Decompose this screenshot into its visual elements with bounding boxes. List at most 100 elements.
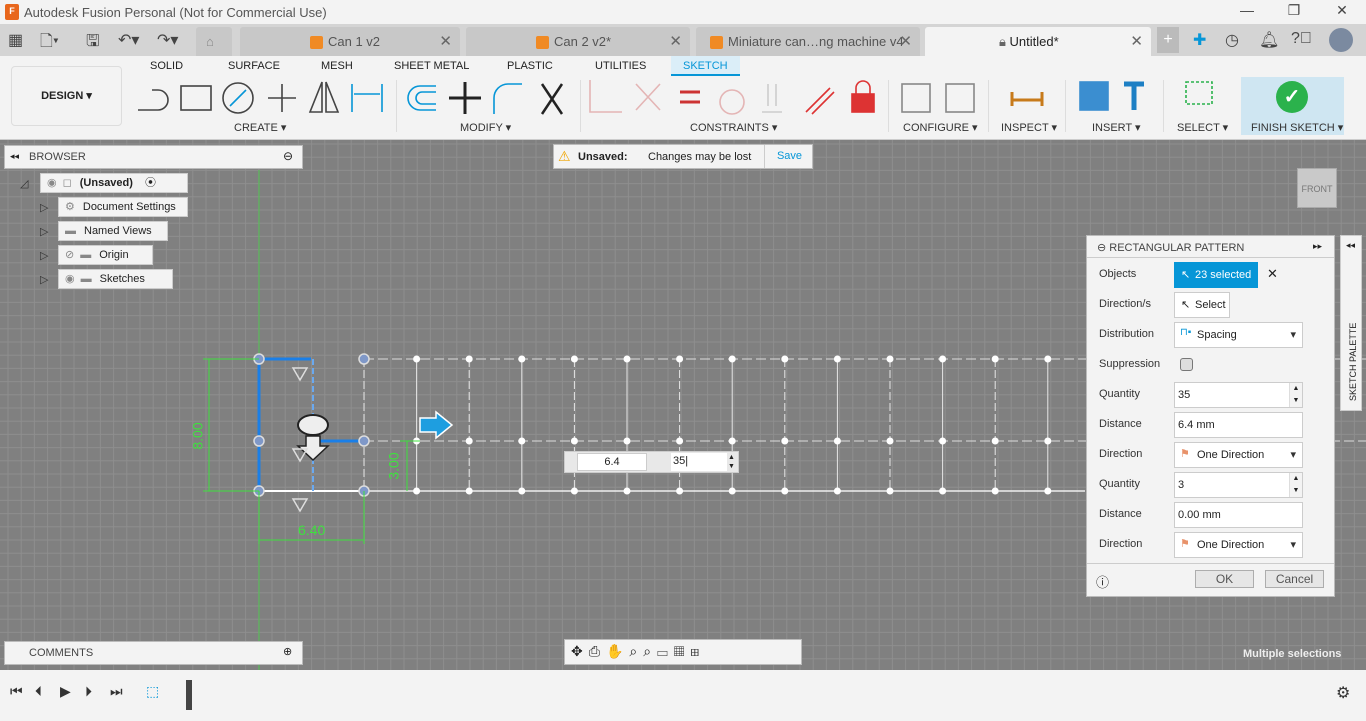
close-tab-icon[interactable]: ✕ (899, 32, 912, 50)
close-window-button[interactable]: ✕ (1322, 2, 1362, 22)
activate-radio-icon[interactable]: ⦿ (145, 177, 156, 189)
sketch-endpoint[interactable] (358, 353, 370, 365)
tab-plastic[interactable]: PLASTIC (507, 60, 553, 72)
sketch-point[interactable] (886, 437, 894, 445)
sketch-point[interactable] (781, 437, 789, 445)
sketch-point[interactable] (728, 487, 736, 495)
pattern-manipulator-handle[interactable] (297, 414, 329, 436)
redo-icon[interactable]: ↷▾ (157, 30, 178, 50)
select-menu[interactable]: SELECT ▾ (1177, 121, 1228, 134)
expand-node-icon[interactable]: ▷ (40, 273, 48, 286)
ok-button[interactable]: OK (1195, 570, 1254, 588)
orbit-icon[interactable]: ✥ (571, 643, 589, 659)
timeline-marker[interactable] (186, 680, 192, 710)
sketch-point[interactable] (465, 437, 473, 445)
doc-tab-can1[interactable]: Can 1 v2 ✕ (240, 27, 460, 56)
zoom-icon[interactable]: ⌕ (629, 643, 643, 659)
sketch-point[interactable] (623, 487, 631, 495)
sketch-point[interactable] (781, 487, 789, 495)
notifications-icon[interactable]: 🔔︎ (1259, 30, 1279, 50)
go-to-start-icon[interactable]: ⏮ (10, 683, 23, 700)
browser-item[interactable]: ▬ Named Views (58, 221, 168, 241)
sketch-feature-icon[interactable]: ⬚ (146, 683, 159, 700)
sketch-point[interactable] (1044, 355, 1052, 363)
direction2-dropdown[interactable]: ⚑ One Direction (1174, 532, 1303, 558)
sketch-point[interactable] (781, 355, 789, 363)
direction1-dropdown[interactable]: ⚑ One Direction (1174, 442, 1303, 468)
sketch-point[interactable] (465, 355, 473, 363)
quantity2-spinner[interactable]: ▲ ▼ (1289, 473, 1302, 497)
dimension-offset[interactable]: 3.00 (386, 452, 402, 479)
settings-gear-icon[interactable]: ⚙ (1336, 683, 1350, 703)
hidden-eye-icon[interactable]: ⊘ (65, 249, 74, 261)
home-tab[interactable]: ⌂ (196, 27, 232, 56)
doc-tab-miniature[interactable]: Miniature can…ng machine v4 ✕ (696, 27, 920, 56)
sketch-point[interactable] (676, 355, 684, 363)
sketch-endpoint[interactable] (253, 435, 265, 447)
sketch-point[interactable] (939, 437, 947, 445)
sketch-point[interactable] (413, 487, 421, 495)
sketch-point[interactable] (518, 355, 526, 363)
sketch-point[interactable] (833, 355, 841, 363)
dimension-height-line[interactable] (203, 358, 259, 492)
expand-dialog-icon[interactable]: ▸▸ (1313, 241, 1322, 252)
sketch-point[interactable] (886, 355, 894, 363)
cancel-button[interactable]: Cancel (1265, 570, 1324, 588)
dimension-height[interactable]: 8.00 (190, 422, 206, 449)
browser-item[interactable]: ◉ ◻ (Unsaved) ⦿ (40, 173, 188, 193)
sketch-point[interactable] (991, 437, 999, 445)
dimension-width[interactable]: 6.40 (298, 522, 325, 538)
sketch-point[interactable] (1044, 437, 1052, 445)
sketch-point[interactable] (939, 487, 947, 495)
close-tab-icon[interactable]: ✕ (1130, 32, 1143, 50)
clear-selection-icon[interactable]: ✕ (1267, 266, 1278, 282)
close-tab-icon[interactable]: ✕ (439, 32, 452, 50)
create-menu[interactable]: CREATE ▾ (234, 121, 286, 134)
distance1-input[interactable]: 6.4 mm (1174, 412, 1303, 438)
sketch-point[interactable] (728, 355, 736, 363)
sketch-point[interactable] (886, 487, 894, 495)
midpoint-constraint-icon[interactable] (291, 367, 309, 382)
inspect-menu[interactable]: INSPECT ▾ (1001, 121, 1057, 134)
finish-sketch-button[interactable]: ✓ FINISH SKETCH ▾ (1241, 77, 1344, 135)
sketch-point[interactable] (570, 487, 578, 495)
close-tab-icon[interactable]: ✕ (669, 32, 682, 50)
sketch-point[interactable] (833, 487, 841, 495)
sketch-point[interactable] (413, 355, 421, 363)
extensions-icon[interactable]: ✚ (1193, 30, 1206, 50)
save-icon[interactable]: 🖫 (86, 30, 100, 57)
sketch-point[interactable] (833, 437, 841, 445)
tab-sketch[interactable]: SKETCH (671, 56, 740, 76)
sketch-point[interactable] (623, 437, 631, 445)
sketch-point[interactable] (465, 487, 473, 495)
tab-sheet-metal[interactable]: SHEET METAL (394, 60, 469, 72)
browser-item[interactable]: ◉ ▬ Sketches (58, 269, 173, 289)
sketch-point[interactable] (1044, 487, 1052, 495)
job-status-icon[interactable]: ◷ (1225, 30, 1239, 50)
modify-menu[interactable]: MODIFY ▾ (460, 121, 511, 134)
sketch-point[interactable] (728, 437, 736, 445)
minimize-panel-icon[interactable]: ⊖ (283, 149, 293, 163)
minimize-button[interactable]: — (1227, 2, 1267, 22)
sketch-point[interactable] (939, 355, 947, 363)
collapse-browser-icon[interactable]: ◂◂ (10, 151, 19, 162)
browser-item[interactable]: ⚙ Document Settings (58, 197, 188, 217)
constraints-menu[interactable]: CONSTRAINTS ▾ (690, 121, 777, 134)
info-icon[interactable]: ⓘ (1096, 572, 1109, 591)
inline-distance-input[interactable]: 6.4 (577, 453, 647, 471)
step-forward-icon[interactable]: ⏵ (85, 683, 92, 700)
expand-node-icon[interactable]: ▷ (40, 201, 48, 214)
sketch-point[interactable] (991, 355, 999, 363)
sketch-point[interactable] (518, 437, 526, 445)
expand-palette-icon[interactable]: ◂◂ (1346, 240, 1355, 251)
expand-node-icon[interactable]: ▷ (40, 225, 48, 238)
sketch-point[interactable] (676, 437, 684, 445)
step-back-icon[interactable]: ⏴ (35, 683, 42, 700)
eye-icon[interactable]: ◉ (47, 177, 57, 189)
undo-icon[interactable]: ↶▾ (118, 30, 139, 50)
file-menu-icon[interactable]: 🗋▾ (40, 30, 59, 57)
tab-utilities[interactable]: UTILITIES (595, 60, 646, 72)
quantity-spinner[interactable]: ▲ ▼ (728, 453, 735, 471)
directions-selector[interactable]: ↖ Select (1174, 292, 1230, 318)
sketch-endpoint[interactable] (358, 435, 370, 447)
